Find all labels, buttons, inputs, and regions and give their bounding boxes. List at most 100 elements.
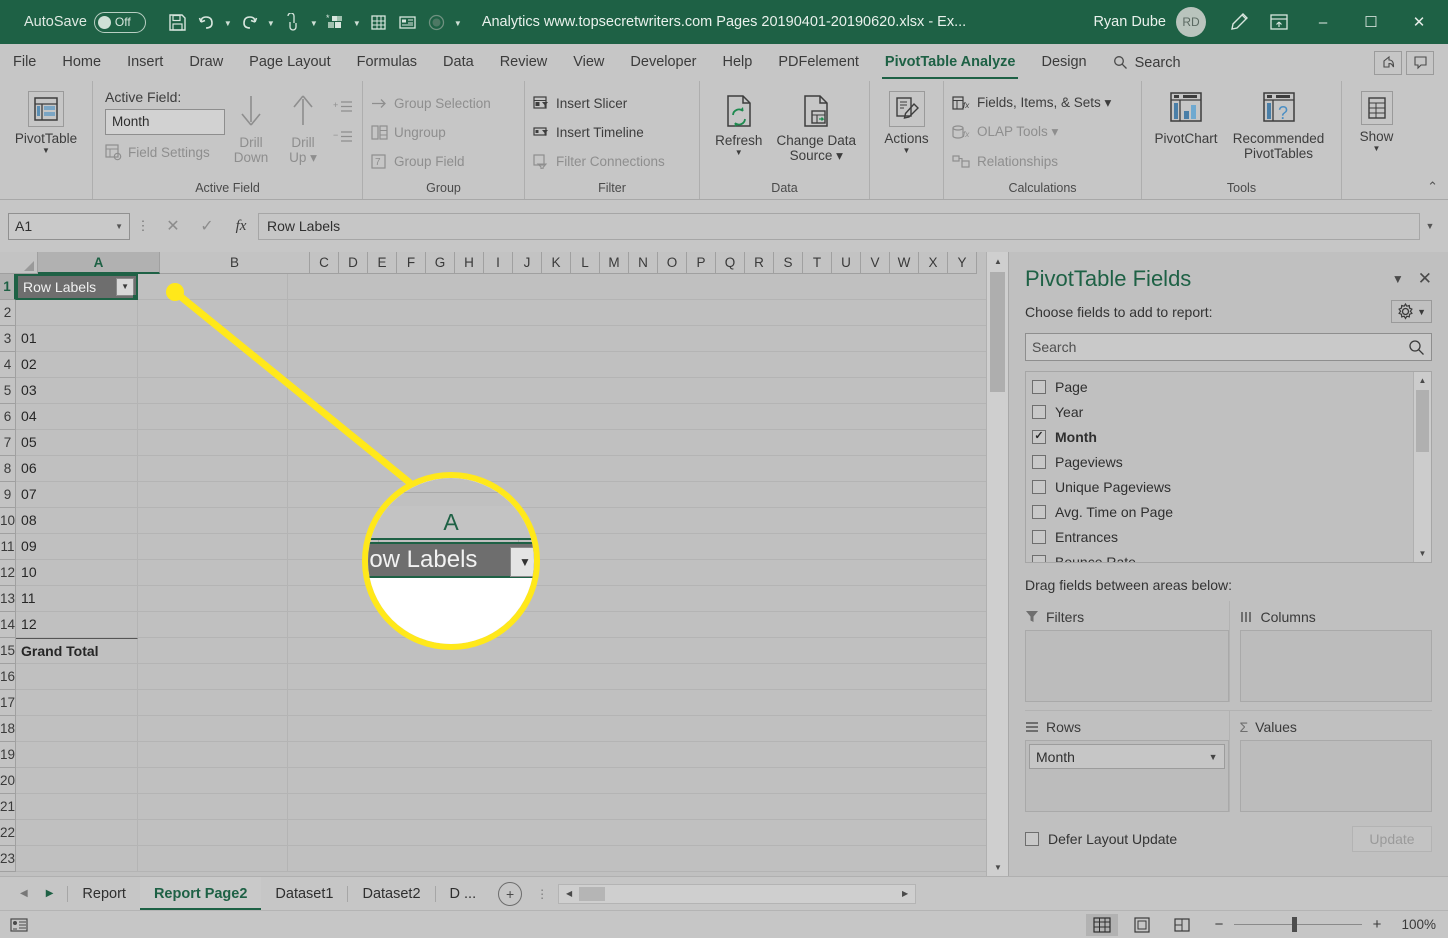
cells-c2-y2[interactable] xyxy=(288,300,1008,326)
cells-c20-y20[interactable] xyxy=(288,768,1008,794)
actions-dropdown-icon[interactable]: ▼ xyxy=(903,146,911,156)
cell-b13[interactable] xyxy=(138,586,289,612)
show-button[interactable]: Show ▼ xyxy=(1350,87,1403,154)
panel-options-icon[interactable]: ▼ xyxy=(1382,272,1414,286)
update-button[interactable]: Update xyxy=(1352,826,1432,852)
cell-a6[interactable]: 04 xyxy=(16,404,139,430)
redo-icon[interactable] xyxy=(236,7,263,37)
cells-c21-y21[interactable] xyxy=(288,794,1008,820)
scroll-down-icon[interactable]: ▼ xyxy=(987,858,1009,876)
tab-draw[interactable]: Draw xyxy=(176,44,236,81)
column-header-r[interactable]: R xyxy=(745,252,774,274)
cell-a8[interactable]: 06 xyxy=(16,456,139,482)
cell-a4[interactable]: 02 xyxy=(16,352,139,378)
sheet-tab-report-page2[interactable]: Report Page2 xyxy=(139,876,262,911)
field-item-pageviews[interactable]: Pageviews xyxy=(1032,449,1413,474)
tab-home[interactable]: Home xyxy=(49,44,114,81)
row-header-16[interactable]: 16 xyxy=(0,664,17,690)
cell-b2[interactable] xyxy=(138,300,289,326)
insert-function-button[interactable]: fx xyxy=(224,218,258,235)
cells-c6-y6[interactable] xyxy=(288,404,1008,430)
cell-a16[interactable] xyxy=(16,664,139,690)
field-checkbox-pageviews[interactable] xyxy=(1032,454,1046,469)
field-checkbox-month[interactable]: ✓ xyxy=(1032,429,1046,444)
cell-a17[interactable] xyxy=(16,690,139,716)
row-header-1[interactable]: 1 xyxy=(0,274,17,300)
row-header-21[interactable]: 21 xyxy=(0,794,17,820)
cell-b1[interactable] xyxy=(138,274,289,300)
expand-field-icon[interactable]: + xyxy=(333,99,353,115)
row-header-10[interactable]: 10 xyxy=(0,508,17,534)
sheet-nav-next-icon[interactable]: ▶ xyxy=(46,888,54,899)
cell-a9[interactable]: 07 xyxy=(16,482,139,508)
cell-b16[interactable] xyxy=(138,664,289,690)
column-header-m[interactable]: M xyxy=(600,252,629,274)
pen-icon[interactable] xyxy=(1220,6,1258,38)
search-icon[interactable] xyxy=(1408,339,1425,356)
cell-b12[interactable] xyxy=(138,560,289,586)
cell-a13[interactable]: 11 xyxy=(16,586,139,612)
field-item-avg-time-on-page[interactable]: Avg. Time on Page xyxy=(1032,499,1413,524)
column-header-e[interactable]: E xyxy=(368,252,397,274)
hscroll-left-icon[interactable]: ◀ xyxy=(559,889,579,898)
refresh-dropdown-icon[interactable]: ▼ xyxy=(735,148,743,158)
column-header-b[interactable]: B xyxy=(160,252,310,274)
show-dropdown-icon[interactable]: ▼ xyxy=(1373,144,1381,154)
autosave-control[interactable]: AutoSave Off xyxy=(24,11,146,33)
cell-b4[interactable] xyxy=(138,352,289,378)
row-header-15[interactable]: 15 xyxy=(0,638,17,664)
form-icon[interactable] xyxy=(394,7,421,37)
row-header-6[interactable]: 6 xyxy=(0,404,17,430)
field-item-entrances[interactable]: Entrances xyxy=(1032,524,1413,549)
cell-b19[interactable] xyxy=(138,742,289,768)
column-header-x[interactable]: X xyxy=(919,252,948,274)
recommended-pivottables-button[interactable]: ? Recommended PivotTables xyxy=(1224,87,1333,161)
normal-view-icon[interactable] xyxy=(1086,913,1118,936)
field-search-input[interactable]: Search xyxy=(1025,333,1432,361)
row-header-3[interactable]: 3 xyxy=(0,326,17,352)
column-header-o[interactable]: O xyxy=(658,252,687,274)
cells-c4-y4[interactable] xyxy=(288,352,1008,378)
sheet-tab-more[interactable]: D ... xyxy=(436,877,491,911)
area-filters[interactable]: Filters xyxy=(1025,601,1229,702)
drill-down-button[interactable]: Drill Down xyxy=(225,89,277,165)
change-data-source-button[interactable]: Change Data Source ▾ xyxy=(772,89,861,163)
zoom-control[interactable]: − + 100% xyxy=(1212,916,1436,933)
enter-formula-button[interactable]: ✓ xyxy=(190,216,224,236)
hscroll-right-icon[interactable]: ▶ xyxy=(895,889,915,898)
grid-vertical-scrollbar[interactable]: ▲ ▼ xyxy=(986,252,1009,876)
actions-button[interactable]: Actions ▼ xyxy=(878,87,935,156)
filter-connections-button[interactable]: Filter Connections xyxy=(533,148,665,174)
cell-a1[interactable]: Row Labels ▼ xyxy=(16,274,139,300)
column-header-j[interactable]: J xyxy=(513,252,542,274)
field-checkbox-page[interactable] xyxy=(1032,379,1046,394)
area-values-box[interactable] xyxy=(1239,740,1432,812)
ungroup-button[interactable]: Ungroup xyxy=(371,119,446,145)
row-header-14[interactable]: 14 xyxy=(0,612,17,638)
field-list-scroll-up-icon[interactable]: ▲ xyxy=(1414,372,1431,389)
autosave-toggle[interactable]: Off xyxy=(93,11,146,33)
cell-b7[interactable] xyxy=(138,430,289,456)
row-header-13[interactable]: 13 xyxy=(0,586,17,612)
column-header-t[interactable]: T xyxy=(803,252,832,274)
row-header-23[interactable]: 23 xyxy=(0,846,17,872)
cell-b9[interactable] xyxy=(138,482,289,508)
zoom-out-button[interactable]: − xyxy=(1212,916,1226,933)
field-list-scrollbar[interactable]: ▲ ▼ xyxy=(1413,372,1431,562)
pivottable-dropdown-icon[interactable]: ▼ xyxy=(42,146,50,156)
collapse-ribbon-icon[interactable]: ⌃ xyxy=(1427,179,1438,195)
close-button[interactable]: ✕ xyxy=(1396,0,1442,44)
horizontal-scrollbar[interactable]: ◀ ▶ xyxy=(558,883,917,904)
cell-b23[interactable] xyxy=(138,846,289,872)
new-dropdown-icon[interactable]: ▼ xyxy=(351,7,363,37)
cell-b21[interactable] xyxy=(138,794,289,820)
active-field-input[interactable]: Month xyxy=(105,109,225,135)
formula-bar-grip[interactable]: ⋮ xyxy=(130,218,156,234)
area-rows-field-month[interactable]: Month ▼ xyxy=(1029,744,1225,769)
ribbon-display-options-icon[interactable] xyxy=(1260,6,1298,38)
field-item-month[interactable]: ✓ Month xyxy=(1032,424,1413,449)
sheet-tab-dataset1[interactable]: Dataset1 xyxy=(261,877,347,911)
add-sheet-button[interactable]: + xyxy=(498,881,523,906)
row-header-17[interactable]: 17 xyxy=(0,690,17,716)
zoom-in-button[interactable]: + xyxy=(1370,916,1384,933)
